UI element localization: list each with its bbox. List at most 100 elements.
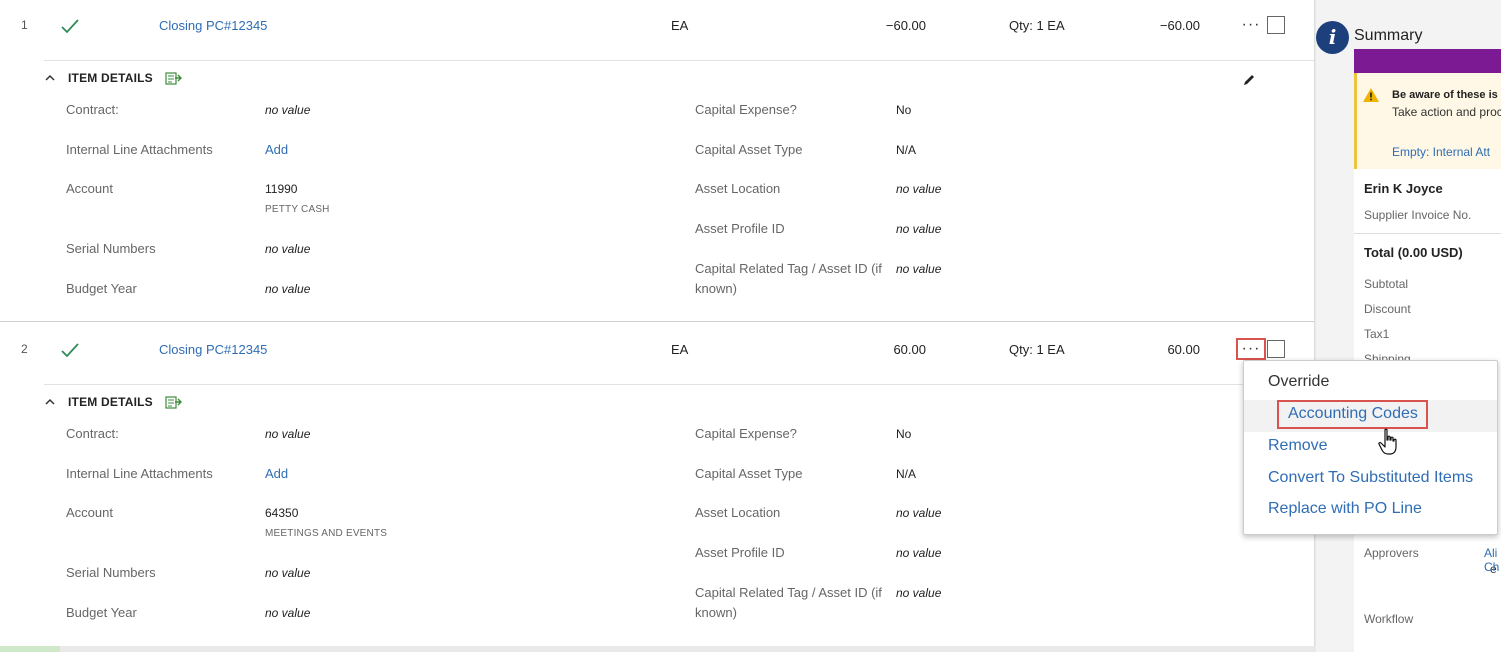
field-value: no value bbox=[896, 182, 942, 196]
field-label: Internal Line Attachments bbox=[66, 142, 213, 157]
warning-title: Be aware of these is bbox=[1392, 89, 1498, 101]
workflow-label: Workflow bbox=[1364, 612, 1414, 626]
field-label: Contract: bbox=[66, 102, 119, 117]
field-label: Capital Expense? bbox=[695, 426, 797, 441]
warning-link[interactable]: Empty: Internal Att bbox=[1392, 145, 1490, 159]
invoice-lines-panel: 1 Closing PC#12345 EA −60.00 Qty: 1 EA −… bbox=[0, 0, 1315, 646]
menu-item-convert-to-substituted-items[interactable]: Convert To Substituted Items bbox=[1268, 469, 1473, 487]
line-number: 2 bbox=[21, 342, 28, 356]
account-value: 11990 bbox=[265, 182, 298, 196]
line-unit-price: −60.00 bbox=[885, 18, 926, 33]
menu-item-remove[interactable]: Remove bbox=[1268, 437, 1328, 455]
field-label: Asset Profile ID bbox=[695, 545, 785, 560]
field-label: Asset Location bbox=[695, 181, 781, 196]
field-label: Account bbox=[66, 505, 113, 520]
divider bbox=[1354, 233, 1501, 234]
more-actions-button[interactable]: ··· bbox=[1236, 338, 1266, 360]
field-label: Serial Numbers bbox=[66, 565, 156, 580]
field-value: no value bbox=[896, 222, 942, 236]
field-value: no value bbox=[265, 566, 311, 580]
line-description-link[interactable]: Closing PC#12345 bbox=[159, 18, 267, 33]
supplier-invoice-label: Supplier Invoice No. bbox=[1364, 208, 1472, 222]
field-value: N/A bbox=[896, 143, 917, 157]
edit-details-icon[interactable] bbox=[165, 71, 183, 85]
field-label: Contract: bbox=[66, 426, 119, 441]
account-description: MEETINGS AND EVENTS bbox=[265, 528, 388, 539]
status-bar bbox=[1354, 49, 1501, 73]
item-details-toggle[interactable]: ITEM DETAILS bbox=[44, 395, 183, 409]
divider bbox=[0, 321, 1314, 322]
divider bbox=[44, 60, 1314, 61]
bottom-accent bbox=[0, 646, 60, 652]
field-value: no value bbox=[896, 506, 942, 520]
more-actions-button[interactable]: ··· bbox=[1240, 17, 1262, 33]
line-actions-menu: Override Accounting Codes Remove Convert… bbox=[1243, 360, 1498, 535]
field-value: no value bbox=[265, 427, 311, 441]
field-value: No bbox=[896, 427, 912, 441]
discount-label: Discount bbox=[1364, 302, 1411, 316]
approvers-label: Approvers bbox=[1364, 546, 1419, 560]
field-label: Capital Expense? bbox=[695, 102, 797, 117]
warning-subtitle: Take action and proc bbox=[1392, 105, 1501, 119]
field-label: Serial Numbers bbox=[66, 241, 156, 256]
summary-card: Be aware of these is Take action and pro… bbox=[1354, 49, 1501, 652]
field-label: Capital Related Tag / Asset ID (if known… bbox=[695, 585, 882, 620]
field-value: no value bbox=[896, 546, 942, 560]
field-label: Capital Asset Type bbox=[695, 142, 803, 157]
item-details-title: ITEM DETAILS bbox=[68, 395, 153, 409]
field-value: no value bbox=[265, 103, 311, 117]
line-quantity: Qty: 1 EA bbox=[1009, 18, 1065, 33]
hand-cursor-icon bbox=[1378, 428, 1397, 455]
menu-item-override[interactable]: Override bbox=[1268, 373, 1329, 391]
line-number: 1 bbox=[21, 18, 28, 32]
summary-panel: i Summary Be aware of these is Take acti… bbox=[1316, 0, 1501, 652]
line-total: 60.00 bbox=[1167, 342, 1200, 357]
warning-icon bbox=[1363, 88, 1379, 102]
approvers-link[interactable]: Ali Ch bbox=[1484, 546, 1501, 574]
info-icon[interactable]: i bbox=[1316, 21, 1349, 54]
line-total: −60.00 bbox=[1159, 18, 1200, 33]
line-uom: EA bbox=[671, 342, 689, 357]
line-uom: EA bbox=[671, 18, 689, 33]
tax-label: Tax1 bbox=[1364, 327, 1390, 341]
menu-item-accounting-codes[interactable]: Accounting Codes bbox=[1277, 400, 1428, 429]
field-label: Account bbox=[66, 181, 113, 196]
item-details-title: ITEM DETAILS bbox=[68, 71, 153, 85]
field-label: Budget Year bbox=[66, 605, 137, 620]
chevron-up-icon bbox=[45, 398, 55, 405]
field-value: no value bbox=[896, 262, 942, 276]
requester-name: Erin K Joyce bbox=[1364, 181, 1443, 196]
menu-item-replace-with-po-line[interactable]: Replace with PO Line bbox=[1268, 500, 1422, 518]
add-attachment-link[interactable]: Add bbox=[265, 464, 288, 484]
account-description: PETTY CASH bbox=[265, 204, 330, 215]
total-label: Total (0.00 USD) bbox=[1364, 245, 1463, 260]
line-row: 2 Closing PC#12345 EA 60.00 Qty: 1 EA 60… bbox=[0, 324, 1314, 384]
divider bbox=[44, 384, 1314, 385]
summary-title: Summary bbox=[1354, 27, 1423, 44]
field-value: no value bbox=[896, 586, 942, 600]
chevron-up-icon bbox=[45, 74, 55, 81]
add-attachment-link[interactable]: Add bbox=[265, 140, 288, 160]
line-quantity: Qty: 1 EA bbox=[1009, 342, 1065, 357]
check-icon bbox=[61, 19, 79, 34]
line-unit-price: 60.00 bbox=[893, 342, 926, 357]
subtotal-label: Subtotal bbox=[1364, 277, 1409, 291]
field-label: Budget Year bbox=[66, 281, 137, 296]
item-details-toggle[interactable]: ITEM DETAILS bbox=[44, 71, 183, 85]
account-value: 64350 bbox=[265, 506, 299, 520]
field-label: Asset Location bbox=[695, 505, 781, 520]
field-value: No bbox=[896, 103, 912, 117]
field-label: Internal Line Attachments bbox=[66, 466, 213, 481]
pencil-icon[interactable] bbox=[1242, 73, 1256, 87]
field-value: no value bbox=[265, 606, 311, 620]
check-icon bbox=[61, 343, 79, 358]
line-select-checkbox[interactable] bbox=[1267, 16, 1285, 34]
edit-details-icon[interactable] bbox=[165, 395, 183, 409]
field-label: Capital Related Tag / Asset ID (if known… bbox=[695, 261, 882, 296]
line-row: 1 Closing PC#12345 EA −60.00 Qty: 1 EA −… bbox=[0, 0, 1314, 60]
field-label: Capital Asset Type bbox=[695, 466, 803, 481]
line-select-checkbox[interactable] bbox=[1267, 340, 1285, 358]
field-value: no value bbox=[265, 282, 311, 296]
line-description-link[interactable]: Closing PC#12345 bbox=[159, 342, 267, 357]
bottom-strip bbox=[0, 646, 1315, 652]
